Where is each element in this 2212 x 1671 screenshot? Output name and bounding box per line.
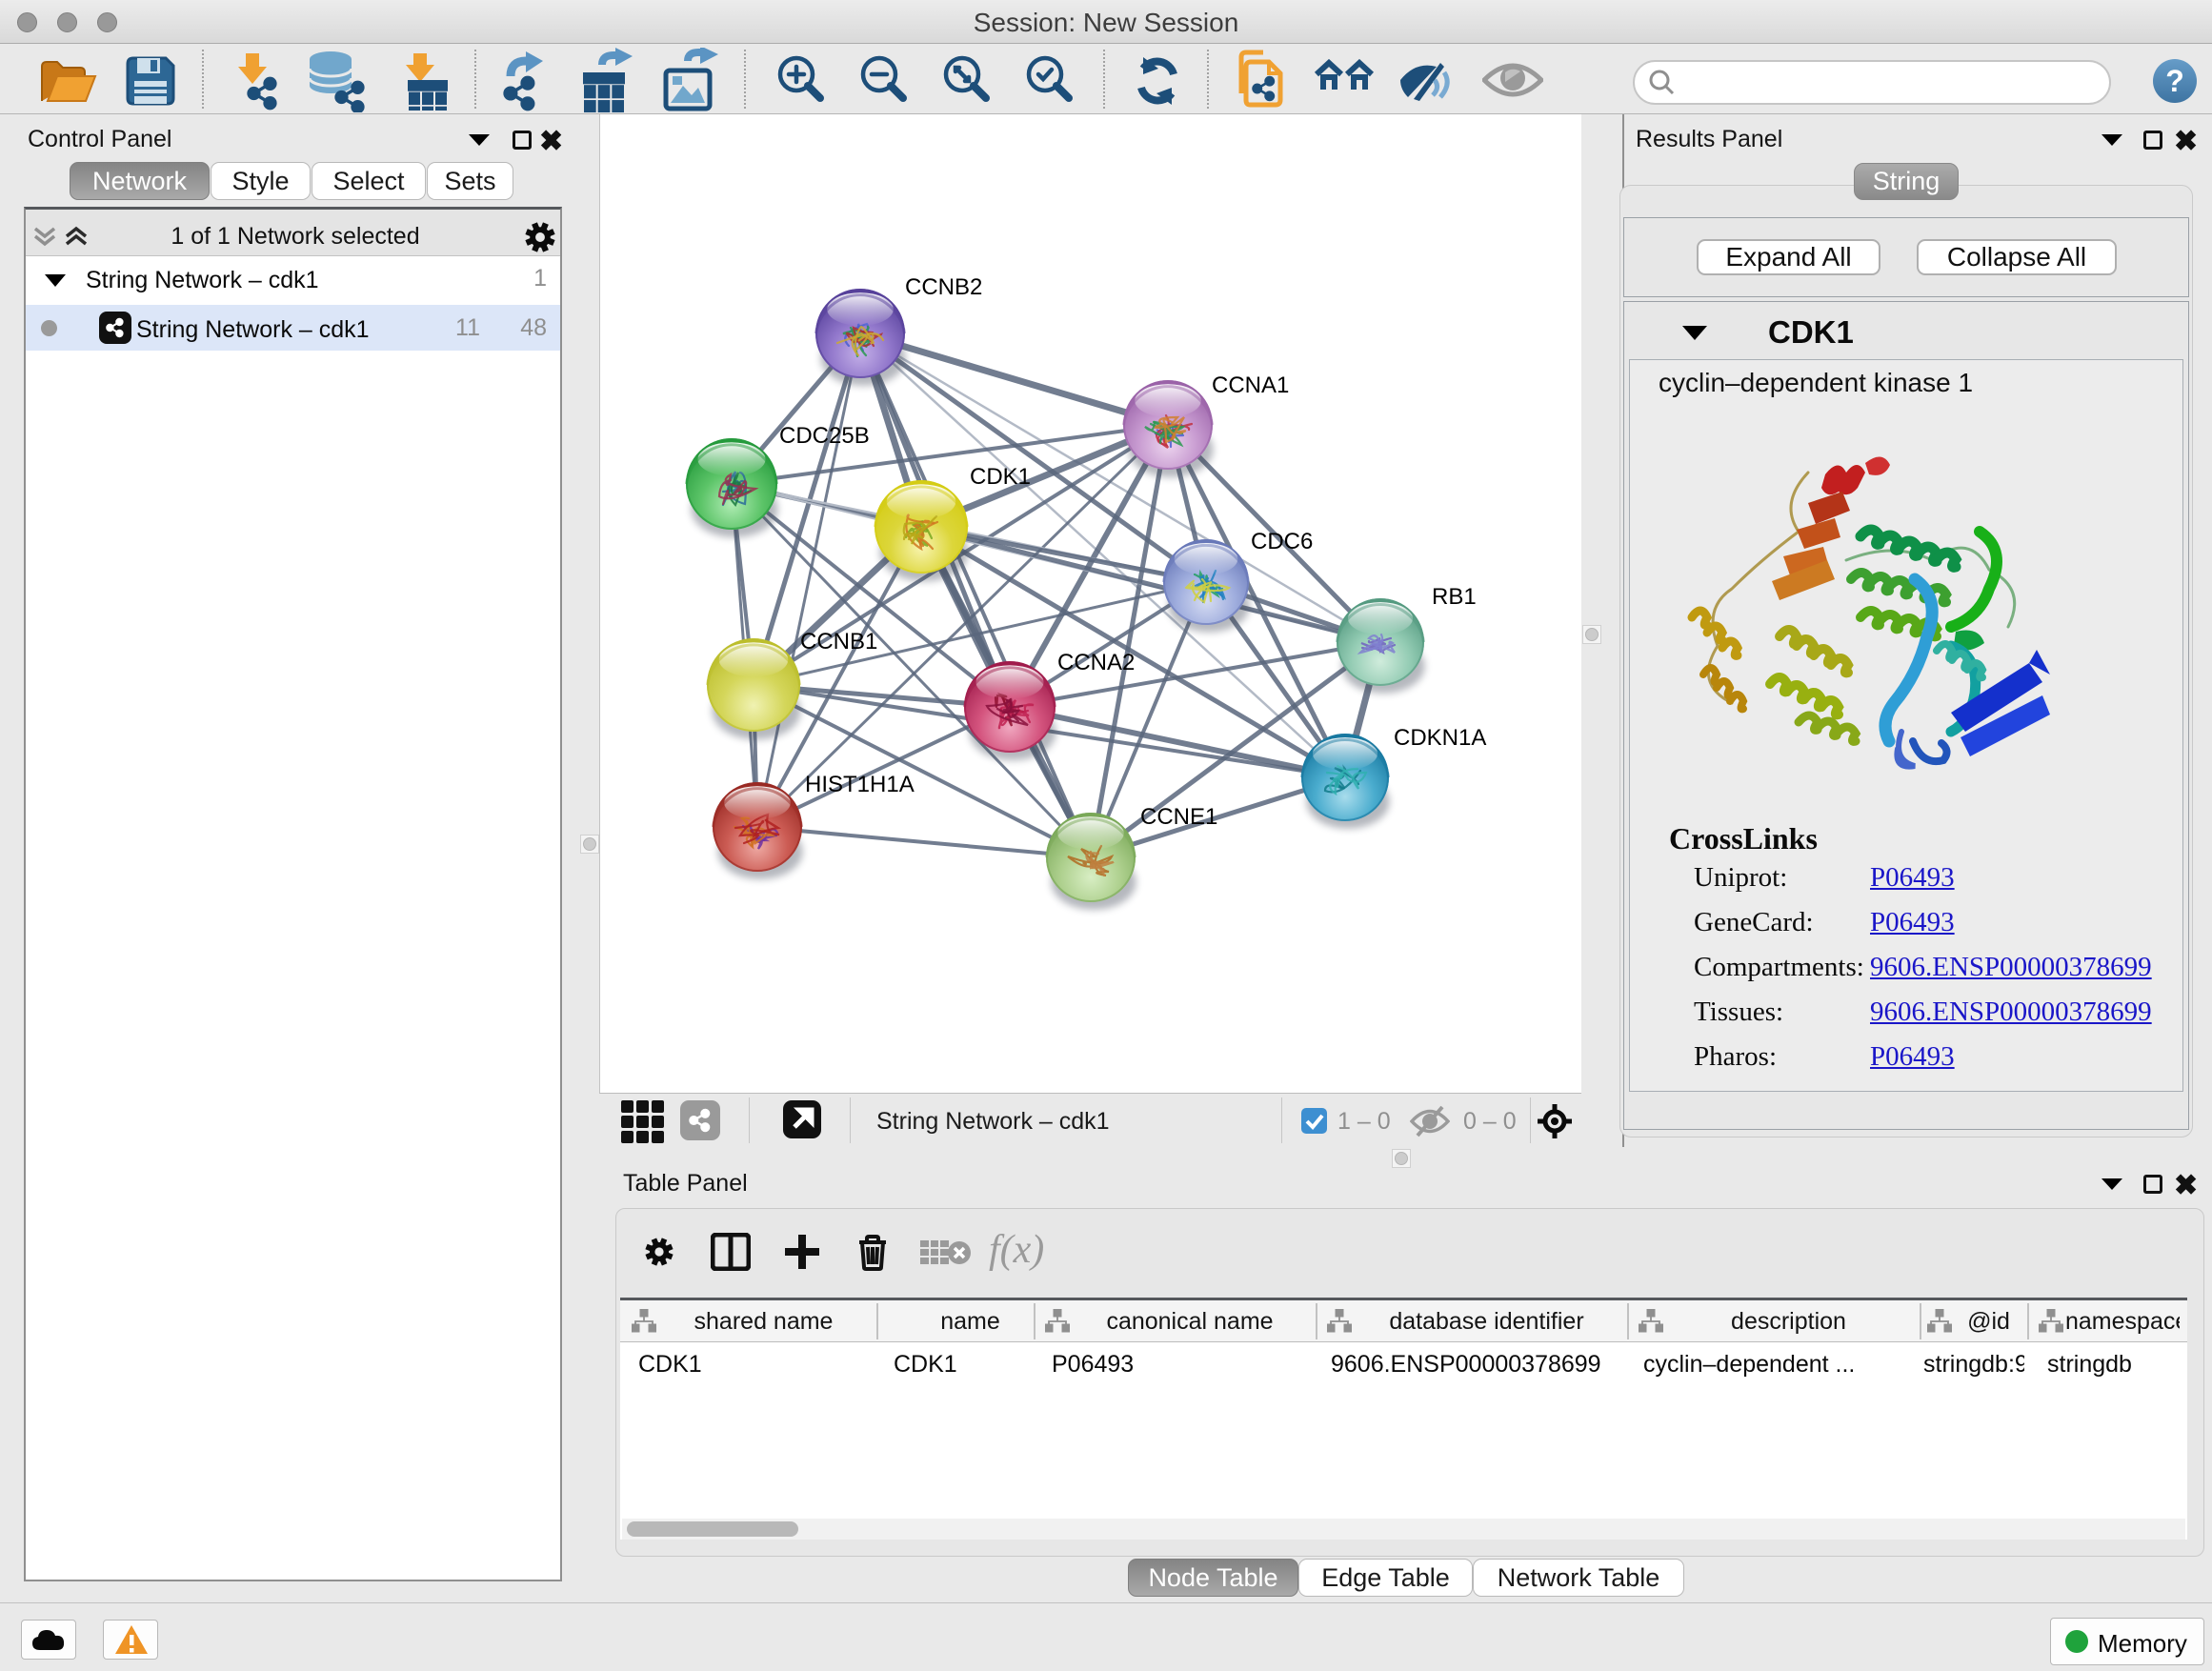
svg-text:CCNB1: CCNB1	[800, 629, 877, 654]
svg-text:CDC6: CDC6	[1251, 529, 1313, 554]
svg-text:CDKN1A: CDKN1A	[1394, 725, 1486, 751]
svg-text:CCNE1: CCNE1	[1140, 804, 1217, 830]
svg-text:CCNA2: CCNA2	[1057, 650, 1135, 675]
svg-text:HIST1H1A: HIST1H1A	[805, 772, 915, 797]
svg-text:RB1: RB1	[1432, 584, 1477, 610]
svg-text:CDK1: CDK1	[970, 464, 1031, 490]
svg-text:CCNA1: CCNA1	[1212, 372, 1289, 398]
svg-text:CDC25B: CDC25B	[779, 423, 870, 449]
svg-text:CCNB2: CCNB2	[905, 274, 982, 300]
